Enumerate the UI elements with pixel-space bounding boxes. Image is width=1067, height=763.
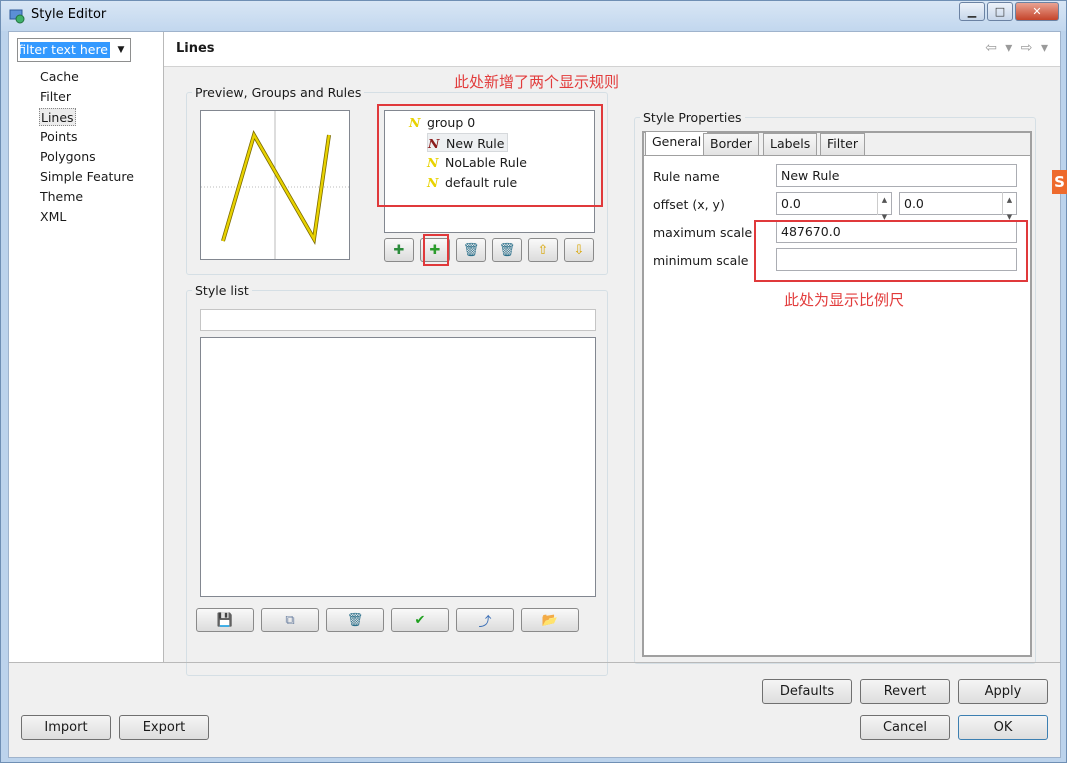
- move-up-icon: ⇧: [537, 242, 549, 258]
- annotation-box-rules: [377, 104, 603, 207]
- nav-item-cache[interactable]: Cache: [39, 68, 80, 86]
- minimize-button[interactable]: ▁: [959, 2, 985, 21]
- title-bar[interactable]: Style Editor ▁ □ ✕: [1, 1, 1066, 31]
- add-group-button[interactable]: ✚: [384, 238, 414, 262]
- style-list[interactable]: [200, 337, 596, 597]
- maximize-button[interactable]: □: [987, 2, 1013, 21]
- nav-item-xml[interactable]: XML: [39, 208, 67, 226]
- save-style-button[interactable]: 💾: [196, 608, 254, 632]
- chevron-down-icon[interactable]: ▼: [114, 43, 128, 57]
- side-badge-icon[interactable]: S: [1052, 170, 1067, 194]
- rule-name-label: Rule name: [653, 169, 720, 184]
- nav-item-theme[interactable]: Theme: [39, 188, 84, 206]
- annotation-rules-note: 此处新增了两个显示规则: [454, 73, 620, 91]
- tab-border[interactable]: Border: [703, 133, 759, 155]
- nav-item-polygons[interactable]: Polygons: [39, 148, 97, 166]
- page-title: Lines: [176, 41, 215, 56]
- delete-icon: 🗑: [346, 612, 364, 628]
- offset-label: offset (x, y): [653, 197, 725, 212]
- apply-style-button[interactable]: ✔: [391, 608, 449, 632]
- properties-tabs: General Border Labels Filter Rule name N…: [642, 131, 1032, 657]
- close-button[interactable]: ✕: [1015, 2, 1059, 21]
- move-down-button[interactable]: ⇩: [564, 238, 594, 262]
- nav-item-points[interactable]: Points: [39, 128, 79, 146]
- navigation-pane: e filter text here ▼ Cache Filter Lines …: [9, 32, 164, 662]
- save-icon: 💾: [216, 612, 234, 628]
- offset-y-value: 0.0: [904, 196, 924, 211]
- delete-style-button[interactable]: 🗑: [326, 608, 384, 632]
- style-editor-window: Style Editor ▁ □ ✕ e filter text here ▼ …: [0, 0, 1067, 763]
- lines-page-content: Preview, Groups and Rules N group 0 N Ne…: [164, 67, 1060, 676]
- line-preview-graphic: [201, 111, 349, 259]
- apply-button[interactable]: Apply: [958, 679, 1048, 704]
- revert-button[interactable]: Revert: [860, 679, 950, 704]
- checkmark-icon: ✔: [414, 612, 426, 628]
- nav-item-lines[interactable]: Lines: [39, 108, 76, 126]
- annotation-box-scale: [754, 220, 1028, 282]
- spin-up-icon[interactable]: ▲: [882, 192, 887, 209]
- style-list-filter-input[interactable]: [200, 309, 596, 331]
- dialog-client-area: e filter text here ▼ Cache Filter Lines …: [8, 31, 1061, 758]
- nav-item-simple-feature[interactable]: Simple Feature: [39, 168, 135, 186]
- history-nav: ⇦ ▾ ⇨ ▾: [985, 40, 1050, 56]
- max-scale-label: maximum scale: [653, 225, 753, 240]
- offset-x-input[interactable]: 0.0 ▲ ▼: [776, 192, 892, 221]
- group-legend: Style Properties: [643, 110, 742, 125]
- export-icon: ⤴: [478, 614, 492, 630]
- move-down-icon: ⇩: [573, 242, 585, 258]
- offset-y-input[interactable]: 0.0 ▲ ▼: [899, 192, 1017, 221]
- forward-arrow-icon[interactable]: ⇨: [1021, 40, 1035, 56]
- ok-button[interactable]: OK: [958, 715, 1048, 740]
- tab-labels[interactable]: Labels: [763, 133, 818, 155]
- move-up-button[interactable]: ⇧: [528, 238, 558, 262]
- annotation-scale-note: 此处为显示比例尺: [784, 291, 905, 309]
- save-all-icon: ⧉: [285, 612, 295, 628]
- add-group-icon: ✚: [393, 242, 405, 258]
- footer-separator: [9, 662, 1060, 663]
- line-preview: [200, 110, 350, 260]
- spin-up-icon[interactable]: ▲: [1007, 192, 1012, 209]
- rule-name-input[interactable]: New Rule: [776, 164, 1017, 187]
- group-legend: Style list: [195, 283, 249, 298]
- open-style-button[interactable]: 📂: [521, 608, 579, 632]
- min-scale-label: minimum scale: [653, 253, 749, 268]
- delete-all-icon: 🗑: [498, 242, 516, 258]
- filter-input[interactable]: e filter text here: [20, 42, 110, 58]
- tab-general[interactable]: General: [645, 131, 709, 155]
- save-as-style-button[interactable]: ⧉: [261, 608, 319, 632]
- delete-all-button[interactable]: 🗑: [492, 238, 522, 262]
- annotation-box-add-rule: [423, 234, 449, 266]
- defaults-button[interactable]: Defaults: [762, 679, 852, 704]
- import-button[interactable]: Import: [21, 715, 111, 740]
- offset-y-spinner[interactable]: ▲ ▼: [1002, 192, 1016, 221]
- open-folder-icon: 📂: [541, 612, 559, 628]
- delete-button[interactable]: 🗑: [456, 238, 486, 262]
- nav-item-filter[interactable]: Filter: [39, 88, 72, 106]
- back-arrow-icon[interactable]: ⇦: [985, 40, 999, 56]
- app-icon: [9, 9, 25, 24]
- window-title: Style Editor: [31, 7, 107, 22]
- delete-icon: 🗑: [462, 242, 480, 258]
- export-button[interactable]: Export: [119, 715, 209, 740]
- group-legend: Preview, Groups and Rules: [195, 85, 362, 100]
- filter-combo[interactable]: e filter text here ▼: [17, 38, 131, 62]
- cancel-button[interactable]: Cancel: [860, 715, 950, 740]
- export-style-button[interactable]: ⤴: [456, 608, 514, 632]
- offset-x-spinner[interactable]: ▲ ▼: [877, 192, 891, 221]
- tab-filter[interactable]: Filter: [820, 133, 865, 155]
- offset-x-value: 0.0: [781, 196, 801, 211]
- content-pane: Lines ⇦ ▾ ⇨ ▾ Preview, Groups and Rules: [164, 32, 1060, 676]
